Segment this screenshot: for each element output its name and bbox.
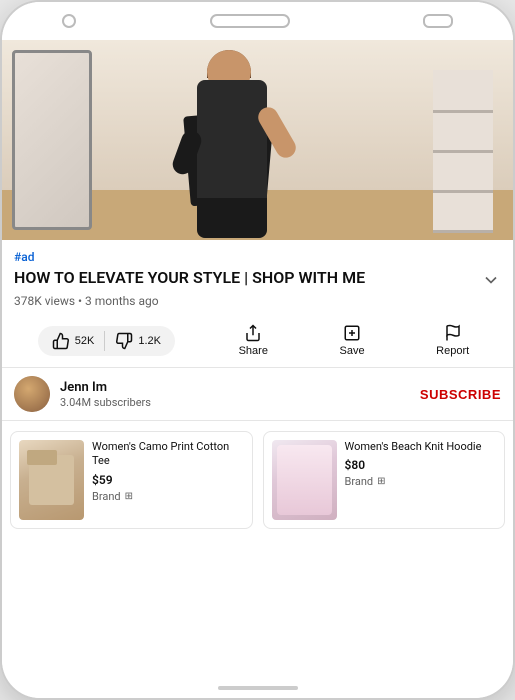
person-body [197,80,267,210]
mirror-decoration [12,50,92,230]
save-label: Save [340,345,365,357]
product-card-1[interactable]: Women's Camo Print Cotton Tee $59 Brand … [10,431,253,529]
person-legs [197,198,267,238]
product-image-2 [272,440,337,520]
product-details-2: Women's Beach Knit Hoodie $80 Brand ⊞ [345,440,497,520]
phone-frame: #ad HOW TO ELEVATE YOUR STYLE | SHOP WIT… [0,0,515,700]
like-button[interactable]: 52K [42,326,105,356]
products-grid: Women's Camo Print Cotton Tee $59 Brand … [10,431,505,529]
product-price-1: $59 [92,473,244,487]
product-card-2[interactable]: Women's Beach Knit Hoodie $80 Brand ⊞ [263,431,506,529]
home-indicator [218,686,298,690]
action-bar: 52K 1.2K Share [2,314,513,367]
phone-bottom-bar [2,678,513,698]
external-link-icon-2: ⊞ [377,476,385,487]
video-background [2,40,513,240]
video-meta: 378K views • 3 months ago [14,294,501,308]
product-name-1: Women's Camo Print Cotton Tee [92,440,244,469]
channel-row: Jenn Im 3.04M subscribers SUBSCRIBE [2,367,513,421]
product-thumbnail-2 [272,440,337,520]
share-icon [244,324,262,342]
external-link-icon-1: ⊞ [125,491,133,502]
product-image-1 [19,440,84,520]
chevron-down-icon[interactable] [481,270,501,290]
report-label: Report [436,345,469,357]
dislike-count: 1.2K [138,335,161,347]
shelf-decoration [433,70,493,230]
products-section: Women's Camo Print Cotton Tee $59 Brand … [2,421,513,539]
video-info: #ad HOW TO ELEVATE YOUR STYLE | SHOP WIT… [2,240,513,314]
phone-speaker [210,14,290,28]
share-label: Share [239,345,268,357]
report-button[interactable]: Report [428,320,477,361]
product-name-2: Women's Beach Knit Hoodie [345,440,497,454]
like-dislike-group: 52K 1.2K [38,326,175,356]
product-brand-row-1: Brand ⊞ [92,490,244,503]
phone-camera [423,14,453,28]
thumbs-down-icon [115,332,133,350]
subscribe-button[interactable]: SUBSCRIBE [420,383,501,406]
dislike-button[interactable]: 1.2K [105,326,171,356]
product-brand-2: Brand [345,475,374,488]
content-area: #ad HOW TO ELEVATE YOUR STYLE | SHOP WIT… [2,240,513,678]
product-brand-row-2: Brand ⊞ [345,475,497,488]
product-price-2: $80 [345,458,497,472]
product-details-1: Women's Camo Print Cotton Tee $59 Brand … [92,440,244,520]
video-title: HOW TO ELEVATE YOUR STYLE | SHOP WITH ME [14,268,473,289]
like-count: 52K [75,335,95,347]
phone-home-button [62,14,76,28]
person-figure [167,50,297,235]
video-thumbnail[interactable] [2,40,513,240]
avatar-image [14,376,50,412]
product-thumbnail-1 [19,440,84,520]
phone-top-bar [2,2,513,40]
report-icon [444,324,462,342]
channel-avatar[interactable] [14,376,50,412]
ad-label: #ad [14,250,501,264]
save-button[interactable]: Save [332,320,373,361]
product-brand-1: Brand [92,490,121,503]
thumbs-up-icon [52,332,70,350]
channel-name[interactable]: Jenn Im [60,380,420,395]
save-icon [343,324,361,342]
share-button[interactable]: Share [231,320,276,361]
video-title-row: HOW TO ELEVATE YOUR STYLE | SHOP WITH ME [14,268,501,290]
channel-subscribers: 3.04M subscribers [60,396,420,409]
channel-info: Jenn Im 3.04M subscribers [60,380,420,409]
